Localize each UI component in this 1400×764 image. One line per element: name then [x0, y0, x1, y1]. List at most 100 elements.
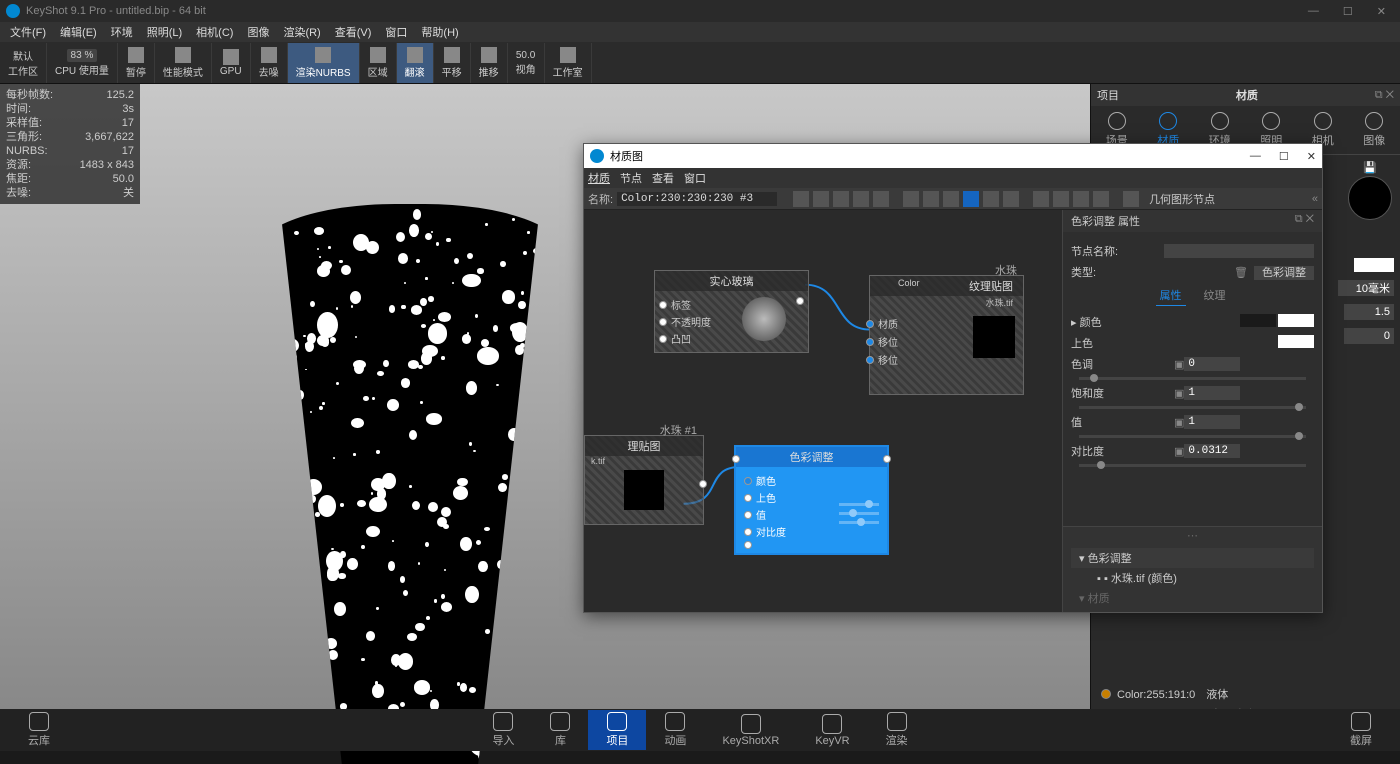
mg-tool-4[interactable]	[853, 191, 869, 207]
port-in[interactable]	[744, 494, 752, 502]
link-icon[interactable]: ▣	[1174, 445, 1184, 458]
port-in[interactable]	[744, 541, 752, 549]
node-texture-map[interactable]: 水珠 Color 纹理贴图 水珠.tif 材质 移位 移位	[869, 275, 1024, 395]
mg-tool-6[interactable]	[903, 191, 919, 207]
toolbar-button[interactable]: 渲染NURBS	[288, 43, 360, 83]
bottom-button[interactable]: KeyShotXR	[704, 710, 797, 750]
geom-node-button[interactable]: 几何图形节点	[1143, 190, 1221, 208]
mg-tool-2[interactable]	[813, 191, 829, 207]
menu-item[interactable]: 环境	[105, 22, 139, 42]
toolbar-button[interactable]: 翻滚	[397, 43, 434, 83]
material-list-item[interactable]: Color:255:191:0 液体	[1097, 684, 1394, 704]
mg-menu-item[interactable]: 材质	[588, 170, 610, 186]
mg-tool-11[interactable]	[1003, 191, 1019, 207]
property-input[interactable]	[1184, 386, 1240, 400]
tree-item[interactable]: ▪ ▪ 水珠.tif (颜色)	[1071, 568, 1314, 588]
mg-maximize[interactable]: ☐	[1279, 150, 1289, 163]
menu-item[interactable]: 相机(C)	[190, 22, 239, 42]
port-in[interactable]	[744, 477, 752, 485]
mg-expand-icon[interactable]: «	[1312, 193, 1318, 205]
property-slider[interactable]	[1079, 435, 1306, 438]
toolbar-button[interactable]: 50.0视角	[508, 43, 545, 83]
toolbar-button[interactable]: 工作室	[545, 43, 592, 83]
mg-menu-item[interactable]: 节点	[620, 170, 642, 186]
drag-handle[interactable]: ⋯	[1063, 527, 1322, 544]
menu-item[interactable]: 查看(V)	[329, 22, 378, 42]
toolbar-button[interactable]: 83 %CPU 使用量	[47, 43, 118, 83]
port-in[interactable]	[659, 301, 667, 309]
tree-item[interactable]: ▾ 材质	[1071, 588, 1314, 608]
material-graph-window[interactable]: 材质图 — ☐ ✕ 材质节点查看窗口 名称: Color:230:230:230…	[583, 143, 1323, 613]
delete-icon[interactable]: 🗑	[1234, 267, 1248, 279]
toolbar-button[interactable]: 暂停	[118, 43, 155, 83]
property-input[interactable]	[1184, 444, 1240, 458]
field-3[interactable]	[1344, 328, 1394, 344]
bottom-button[interactable]: 截屏	[1332, 710, 1390, 750]
property-slider[interactable]	[1079, 377, 1306, 380]
save-preset-icon[interactable]: 💾	[1363, 161, 1377, 174]
toolbar-button[interactable]: 区域	[360, 43, 397, 83]
mg-side-undock[interactable]: ⧉ ✕	[1295, 213, 1314, 229]
node-texture-map-2[interactable]: 水珠 #1 理贴图 k.tif	[584, 435, 704, 525]
mg-tool-10[interactable]	[983, 191, 999, 207]
mg-tool-7[interactable]	[923, 191, 939, 207]
menu-item[interactable]: 帮助(H)	[415, 22, 464, 42]
field-2[interactable]	[1344, 304, 1394, 320]
toolbar-button[interactable]: 去噪	[251, 43, 288, 83]
mg-tool-8[interactable]	[943, 191, 959, 207]
bottom-button[interactable]: 库	[532, 710, 588, 750]
node-solid-glass[interactable]: 实心玻璃 标签 不透明度 凸凹	[654, 270, 809, 353]
property-input[interactable]	[1184, 357, 1240, 371]
color-swatch[interactable]	[1240, 314, 1276, 327]
node-type-value[interactable]: 色彩调整	[1254, 266, 1314, 280]
bottom-button[interactable]: 渲染	[868, 710, 926, 750]
port-in[interactable]	[866, 356, 874, 364]
port-out[interactable]	[699, 480, 707, 488]
property-slider[interactable]	[1079, 406, 1306, 409]
field-1[interactable]	[1338, 280, 1394, 296]
window-close[interactable]: ✕	[1377, 5, 1386, 18]
tree-item[interactable]: ▾ 色彩调整	[1071, 548, 1314, 568]
mg-minimize[interactable]: —	[1250, 150, 1261, 163]
menu-item[interactable]: 窗口	[379, 22, 413, 42]
color-swatch[interactable]	[1278, 335, 1314, 348]
menu-item[interactable]: 文件(F)	[4, 22, 52, 42]
tab-textures[interactable]: 纹理	[1200, 285, 1230, 306]
link-icon[interactable]: ▣	[1174, 387, 1184, 400]
toolbar-button[interactable]: 平移	[434, 43, 471, 83]
node-color-adjust[interactable]: 色彩调整 颜色 上色 值 对比度	[734, 445, 889, 555]
property-input[interactable]	[1184, 415, 1240, 429]
mg-canvas[interactable]: 实心玻璃 标签 不透明度 凸凹 水珠 Color 纹理贴图 水珠.tif	[584, 210, 1062, 612]
mg-tool-12[interactable]	[1033, 191, 1049, 207]
color-swatch[interactable]	[1278, 314, 1314, 327]
bottom-button[interactable]: KeyVR	[797, 710, 867, 750]
port-in[interactable]	[744, 511, 752, 519]
bottom-button[interactable]: 项目	[588, 710, 646, 750]
link-icon[interactable]: ▣	[1174, 416, 1184, 429]
mg-titlebar[interactable]: 材质图 — ☐ ✕	[584, 144, 1322, 168]
port-in[interactable]	[659, 335, 667, 343]
mg-menu-item[interactable]: 窗口	[684, 170, 706, 186]
mg-tool-15[interactable]	[1093, 191, 1109, 207]
material-thumbnail[interactable]	[1348, 176, 1392, 220]
menu-item[interactable]: 照明(L)	[141, 22, 188, 42]
toolbar-button[interactable]: 性能模式	[155, 43, 212, 83]
undock-icon[interactable]: ⧉ ✕	[1375, 89, 1394, 102]
window-maximize[interactable]: ☐	[1343, 5, 1353, 18]
menu-item[interactable]: 渲染(R)	[277, 22, 326, 42]
mg-tool-9[interactable]	[963, 191, 979, 207]
project-tab[interactable]: 项目	[1097, 87, 1119, 103]
port-out[interactable]	[883, 455, 891, 463]
property-slider[interactable]	[1079, 464, 1306, 467]
bottom-button[interactable]: 云库	[10, 710, 68, 750]
window-minimize[interactable]: —	[1308, 5, 1319, 18]
port-in[interactable]	[659, 318, 667, 326]
link-icon[interactable]: ▣	[1174, 358, 1184, 371]
tab-properties[interactable]: 属性	[1156, 285, 1186, 306]
port-in[interactable]	[866, 320, 874, 328]
toolbar-button[interactable]: GPU	[212, 43, 251, 83]
port-in[interactable]	[744, 528, 752, 536]
mg-tool-14[interactable]	[1073, 191, 1089, 207]
mg-tool-1[interactable]	[793, 191, 809, 207]
mg-tool-5[interactable]	[873, 191, 889, 207]
